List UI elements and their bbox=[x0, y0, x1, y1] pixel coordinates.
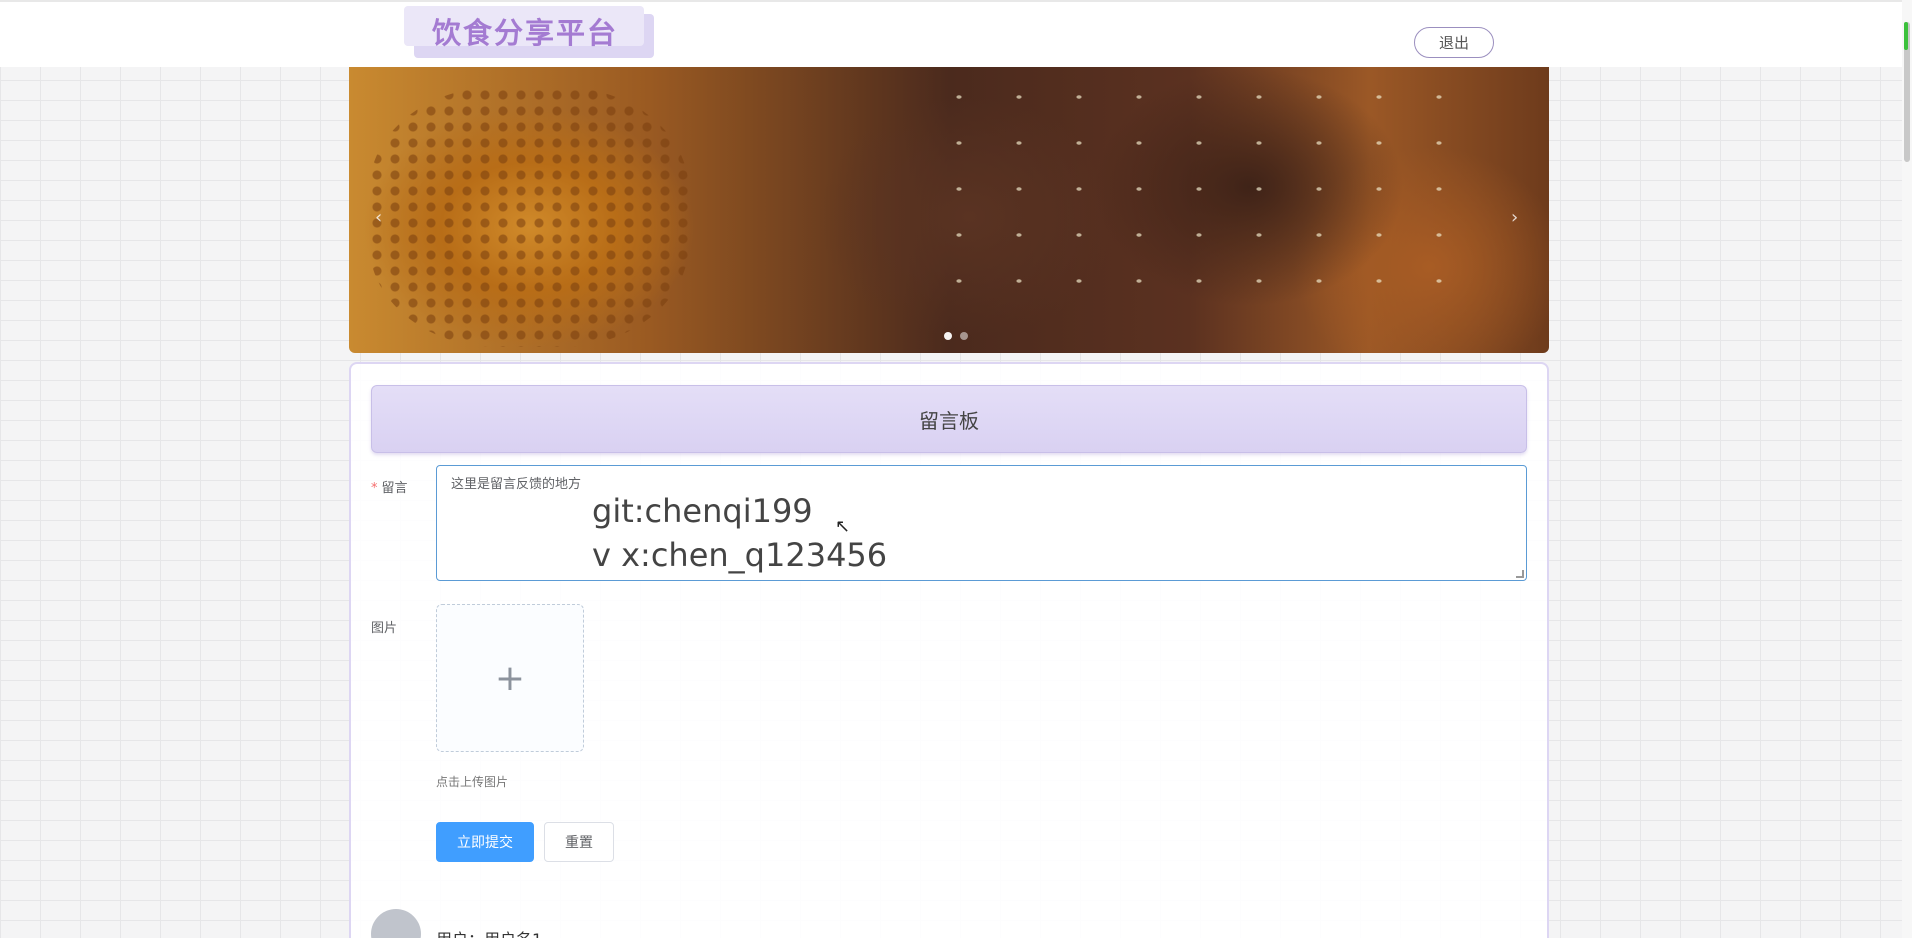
submit-button[interactable]: 立即提交 bbox=[436, 822, 534, 862]
upload-hint: 点击上传图片 bbox=[436, 775, 509, 789]
site-logo[interactable]: 饮食分享平台 bbox=[404, 6, 654, 58]
plus-icon: + bbox=[494, 657, 526, 699]
message-label: * 留言 bbox=[371, 477, 408, 496]
user-prefix: 用户： bbox=[436, 930, 484, 938]
required-mark: * bbox=[371, 481, 378, 496]
banner-carousel[interactable]: ‹ › bbox=[349, 67, 1549, 353]
logo-box: 饮食分享平台 bbox=[404, 6, 644, 50]
avatar bbox=[371, 909, 421, 938]
message-line-1: 这里是留言反馈的地方 bbox=[451, 477, 582, 492]
scroll-indicator bbox=[1904, 22, 1908, 50]
message-line-3: v x:chen_q123456 bbox=[592, 536, 888, 574]
resize-handle[interactable] bbox=[1516, 570, 1524, 578]
logo-text: 饮食分享平台 bbox=[432, 16, 619, 50]
message-textarea[interactable]: 这里是留言反馈的地方 git:chenqi199 v x:chen_q12345… bbox=[436, 465, 1527, 581]
top-navbar: 饮食分享平台 退出 bbox=[0, 0, 1912, 67]
chevron-left-icon[interactable]: ‹ bbox=[375, 207, 382, 228]
carousel-indicators bbox=[944, 332, 968, 340]
image-upload-button[interactable]: + bbox=[436, 604, 584, 752]
chevron-right-icon[interactable]: › bbox=[1511, 207, 1518, 228]
reset-button[interactable]: 重置 bbox=[544, 822, 614, 862]
user-name: 用户名1 bbox=[484, 930, 542, 938]
page-scrollbar[interactable] bbox=[1902, 0, 1912, 938]
comment-user: 用户：用户名1 bbox=[436, 926, 542, 938]
board-title: 留言板 bbox=[371, 385, 1527, 453]
logout-button[interactable]: 退出 bbox=[1414, 27, 1494, 58]
image-label: 图片 bbox=[371, 621, 398, 636]
banner-image-sesame bbox=[949, 87, 1449, 307]
banner-image-tripe bbox=[369, 87, 689, 347]
carousel-dot-1[interactable] bbox=[944, 332, 952, 340]
carousel-dot-2[interactable] bbox=[960, 332, 968, 340]
mouse-cursor-icon: ↖ bbox=[835, 516, 851, 537]
message-line-2: git:chenqi199 bbox=[592, 492, 813, 530]
message-label-text: 留言 bbox=[381, 481, 408, 496]
message-board-panel: 留言板 * 留言 这里是留言反馈的地方 git:chenqi199 v x:che… bbox=[349, 362, 1549, 938]
